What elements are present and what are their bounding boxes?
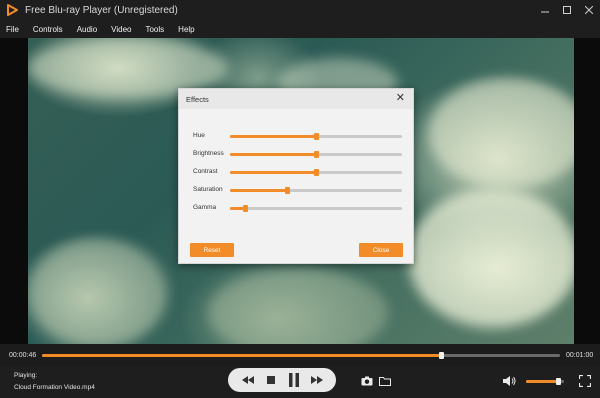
slider-thumb[interactable] bbox=[314, 169, 319, 176]
close-button[interactable]: Close bbox=[359, 243, 403, 257]
reset-button[interactable]: Reset bbox=[190, 243, 234, 257]
slider-track[interactable] bbox=[230, 133, 402, 140]
menu-bar: File Controls Audio Video Tools Help bbox=[0, 20, 600, 38]
slider-track[interactable] bbox=[230, 151, 402, 158]
speaker-icon[interactable] bbox=[502, 374, 516, 388]
camera-icon[interactable] bbox=[360, 374, 374, 388]
slider-fill bbox=[230, 135, 316, 138]
slider-track[interactable] bbox=[230, 205, 402, 212]
folder-icon[interactable] bbox=[378, 374, 392, 388]
volume-fill bbox=[526, 380, 559, 383]
slider-label: Gamma bbox=[193, 204, 217, 211]
stop-icon[interactable] bbox=[263, 372, 279, 388]
slider-gamma[interactable]: Gamma bbox=[193, 203, 403, 213]
pause-icon[interactable] bbox=[286, 372, 302, 388]
menu-video[interactable]: Video bbox=[111, 25, 131, 34]
menu-tools[interactable]: Tools bbox=[145, 25, 164, 34]
dialog-title: Effects bbox=[186, 95, 209, 104]
seek-track[interactable] bbox=[42, 352, 560, 359]
fast-forward-icon[interactable] bbox=[309, 372, 325, 388]
slider-fill bbox=[230, 171, 316, 174]
cloud-shape bbox=[208, 268, 388, 344]
seek-fill bbox=[42, 354, 441, 357]
slider-label: Brightness bbox=[193, 150, 224, 157]
current-time: 00:00:46 bbox=[9, 352, 37, 359]
dialog-header bbox=[179, 89, 413, 109]
volume-thumb[interactable] bbox=[556, 378, 562, 385]
slider-label: Saturation bbox=[193, 186, 223, 193]
volume-slider[interactable] bbox=[526, 378, 564, 385]
menu-audio[interactable]: Audio bbox=[77, 25, 97, 34]
cloud-shape bbox=[428, 78, 574, 188]
menu-help[interactable]: Help bbox=[178, 25, 194, 34]
slider-track[interactable] bbox=[230, 187, 402, 194]
seek-bar: 00:00:46 00:01:00 bbox=[0, 344, 600, 366]
play-triangle-logo-icon bbox=[5, 3, 19, 17]
cloud-shape bbox=[28, 238, 168, 344]
slider-thumb[interactable] bbox=[314, 133, 319, 140]
slider-brightness[interactable]: Brightness bbox=[193, 149, 403, 159]
menu-controls[interactable]: Controls bbox=[33, 25, 63, 34]
slider-label: Hue bbox=[193, 132, 205, 139]
rewind-icon[interactable] bbox=[240, 372, 256, 388]
transport-controls bbox=[228, 368, 336, 392]
title-bar: Free Blu-ray Player (Unregistered) bbox=[0, 0, 600, 20]
minimize-icon[interactable] bbox=[534, 0, 556, 20]
effects-dialog: Effects ✕ Hue Brightness Contrast Satura… bbox=[178, 88, 414, 264]
close-icon[interactable] bbox=[578, 0, 600, 20]
slider-track[interactable] bbox=[230, 169, 402, 176]
dialog-close-icon[interactable]: ✕ bbox=[396, 93, 405, 104]
total-time: 00:01:00 bbox=[566, 352, 594, 359]
fullscreen-icon[interactable] bbox=[578, 374, 592, 388]
control-bar: Playing: Cloud Formation Video.mp4 bbox=[0, 366, 600, 398]
slider-thumb[interactable] bbox=[284, 187, 290, 194]
slider-contrast[interactable]: Contrast bbox=[193, 167, 403, 177]
window-title: Free Blu-ray Player (Unregistered) bbox=[25, 4, 178, 16]
slider-fill bbox=[230, 153, 316, 156]
slider-saturation[interactable]: Saturation bbox=[193, 185, 403, 195]
seek-thumb[interactable] bbox=[438, 352, 444, 359]
maximize-icon[interactable] bbox=[556, 0, 578, 20]
slider-hue[interactable]: Hue bbox=[193, 131, 403, 141]
cloud-shape bbox=[408, 188, 574, 328]
playing-label: Playing: bbox=[14, 372, 38, 379]
video-area[interactable]: Effects ✕ Hue Brightness Contrast Satura… bbox=[0, 38, 600, 344]
menu-file[interactable]: File bbox=[6, 25, 19, 34]
slider-thumb[interactable] bbox=[314, 151, 319, 158]
playing-file-name: Cloud Formation Video.mp4 bbox=[14, 384, 95, 391]
slider-fill bbox=[230, 189, 287, 192]
slider-thumb[interactable] bbox=[243, 205, 249, 212]
slider-label: Contrast bbox=[193, 168, 218, 175]
